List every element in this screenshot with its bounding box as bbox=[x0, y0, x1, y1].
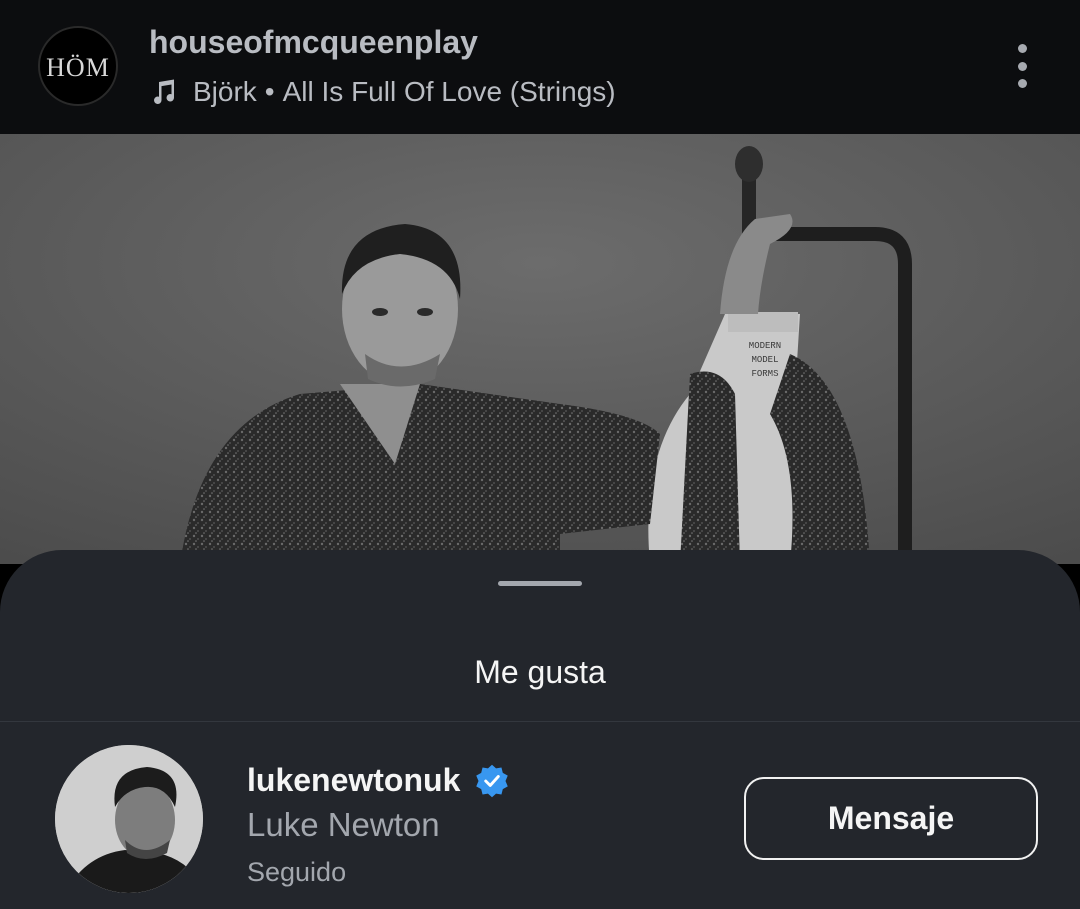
more-options-button[interactable] bbox=[1000, 40, 1044, 92]
sheet-title: Me gusta bbox=[474, 654, 606, 690]
follow-status: Seguido bbox=[247, 857, 347, 887]
more-vertical-icon bbox=[1017, 44, 1027, 53]
svg-text:HÖM: HÖM bbox=[46, 53, 110, 82]
list-item[interactable]: lukenewtonuk Luke Newton Seguido Mensaje bbox=[0, 722, 1080, 909]
post-author-username[interactable]: houseofmcqueenplay bbox=[149, 24, 478, 61]
post-photo: MODERN MODEL FORMS bbox=[0, 134, 1080, 564]
music-track: All Is Full Of Love (Strings) bbox=[282, 76, 616, 107]
music-separator: • bbox=[264, 76, 275, 107]
mannequin-label: MODERN bbox=[749, 341, 781, 351]
like-full-name: Luke Newton bbox=[247, 806, 440, 843]
like-username: lukenewtonuk bbox=[247, 762, 461, 798]
mannequin-label: FORMS bbox=[751, 369, 778, 379]
post-image[interactable]: MODERN MODEL FORMS bbox=[0, 134, 1080, 564]
more-icon-dot bbox=[1017, 61, 1027, 71]
post-header: HÖM houseofmcqueenplay Björk • All Is Fu… bbox=[0, 0, 1080, 134]
like-username-row[interactable]: lukenewtonuk bbox=[247, 762, 510, 799]
sheet-drag-handle[interactable] bbox=[498, 581, 582, 586]
avatar[interactable] bbox=[55, 745, 203, 893]
music-artist: Björk bbox=[193, 76, 257, 107]
profile-avatar[interactable]: HÖM bbox=[38, 26, 118, 106]
music-note-icon bbox=[154, 79, 175, 105]
mannequin-label: MODEL bbox=[751, 355, 778, 365]
likes-sheet: Me gusta lukenewtonuk Luke Newton Seguid… bbox=[0, 550, 1080, 909]
verified-badge-icon bbox=[476, 764, 509, 797]
hom-logo: HÖM bbox=[46, 53, 110, 82]
message-button[interactable]: Mensaje bbox=[744, 777, 1038, 860]
avatar-photo bbox=[55, 745, 203, 893]
music-attribution[interactable]: Björk • All Is Full Of Love (Strings) bbox=[149, 74, 616, 110]
more-icon-dot bbox=[1017, 79, 1027, 88]
